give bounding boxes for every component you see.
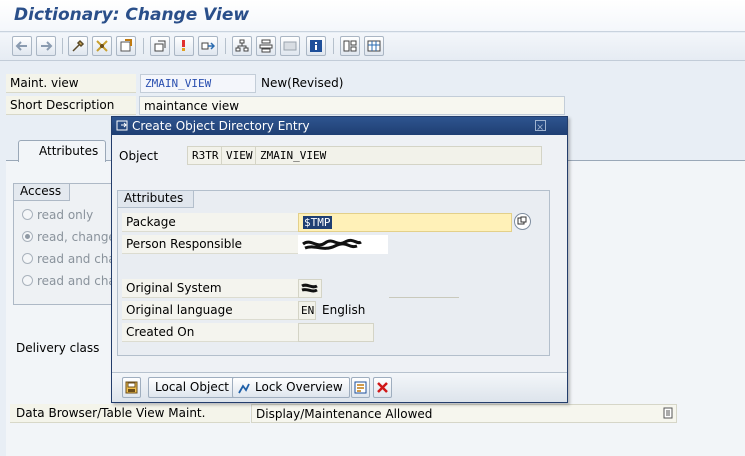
created-on-field [298, 323, 374, 342]
maint-view-label: Maint. view [10, 76, 79, 90]
object-catalog-button[interactable] [351, 377, 370, 398]
display-change-icon[interactable] [116, 36, 136, 56]
dialog-footer: Local Object Lock Overview [112, 372, 567, 402]
data-browser-value: Display/Maintenance Allowed [256, 407, 433, 421]
lock-overview-icon [238, 383, 250, 394]
access-radio-read-and-change-1[interactable] [22, 253, 33, 264]
object-name-field: ZMAIN_VIEW [255, 146, 542, 165]
data-browser-label: Data Browser/Table View Maint. [16, 406, 206, 420]
page-title: Dictionary: Change View [14, 5, 250, 25]
person-responsible-label: Person Responsible [122, 235, 298, 254]
dialog-title-bar: Create Object Directory Entry [112, 117, 567, 135]
save-icon [125, 381, 138, 394]
original-language-label: Original language [122, 301, 298, 320]
original-system-label: Original System [122, 279, 298, 298]
activate-icon[interactable] [174, 36, 194, 56]
frame-icon[interactable] [280, 36, 300, 56]
dialog-window-icon [116, 119, 129, 132]
forward-arrow-icon[interactable] [36, 36, 56, 56]
local-object-button[interactable]: Local Object [148, 377, 236, 398]
access-radio-read-change[interactable] [22, 231, 33, 242]
original-language-name: English [322, 303, 366, 317]
dialog-attributes-title: Attributes [118, 191, 195, 208]
package-value: $TMP [303, 216, 332, 229]
tools-icon[interactable] [68, 36, 88, 56]
access-group-title: Access [14, 184, 71, 201]
short-description-field[interactable]: maintance view [139, 96, 565, 115]
application-toolbar [0, 33, 745, 61]
layout-icon[interactable] [340, 36, 360, 56]
toolbar-separator [225, 38, 226, 54]
tab-attributes[interactable]: Attributes [18, 140, 106, 162]
lock-overview-button[interactable]: Lock Overview [232, 377, 350, 398]
cancel-icon [377, 382, 388, 393]
object-catalog-icon [354, 381, 367, 394]
close-icon[interactable] [535, 120, 546, 131]
person-responsible-field [298, 235, 388, 254]
access-option-label: read only [37, 208, 94, 222]
package-label: Package [122, 213, 298, 232]
where-used-icon[interactable] [198, 36, 218, 56]
create-object-directory-dialog: Create Object Directory Entry Object R3T… [111, 116, 568, 403]
cancel-button[interactable] [373, 377, 392, 398]
maint-view-field: ZMAIN_VIEW [140, 74, 256, 93]
title-bar: Dictionary: Change View [0, 0, 745, 32]
object-list-icon[interactable] [232, 36, 252, 56]
toolbar-separator [62, 38, 63, 54]
access-option-label: read, change, [37, 230, 120, 244]
other-object-icon[interactable] [92, 36, 112, 56]
object-pgmid-field: R3TR [187, 146, 223, 165]
check-icon[interactable] [150, 36, 170, 56]
redaction-scribble [301, 283, 318, 293]
package-field[interactable]: $TMP [298, 213, 512, 232]
access-radio-read-only[interactable] [22, 209, 33, 220]
access-option-label: read and char [37, 274, 121, 288]
dialog-title: Create Object Directory Entry [132, 119, 310, 133]
back-arrow-icon[interactable] [12, 36, 32, 56]
dropdown-list-icon[interactable] [663, 407, 673, 419]
data-browser-field[interactable]: Display/Maintenance Allowed [251, 404, 677, 423]
access-radio-read-and-change-2[interactable] [22, 275, 33, 286]
original-language-code: EN [298, 301, 316, 320]
maint-view-status: New(Revised) [261, 76, 344, 90]
toolbar-separator [143, 38, 144, 54]
table-icon[interactable] [364, 36, 384, 56]
short-desc-label: Short Description [10, 98, 115, 112]
object-type-field: VIEW [221, 146, 257, 165]
save-button[interactable] [122, 377, 141, 398]
hierarchy-icon[interactable] [256, 36, 276, 56]
original-system-field [298, 279, 322, 298]
delivery-class-label: Delivery class [16, 341, 100, 355]
object-label: Object [119, 149, 159, 163]
lock-overview-label: Lock Overview [255, 380, 343, 394]
original-system-underline [389, 297, 459, 298]
redaction-scribble [302, 238, 362, 250]
toolbar-separator [333, 38, 334, 54]
info-icon[interactable] [306, 36, 326, 56]
created-on-label: Created On [122, 323, 298, 342]
access-option-label: read and char [37, 252, 121, 266]
value-help-icon[interactable] [514, 213, 531, 230]
